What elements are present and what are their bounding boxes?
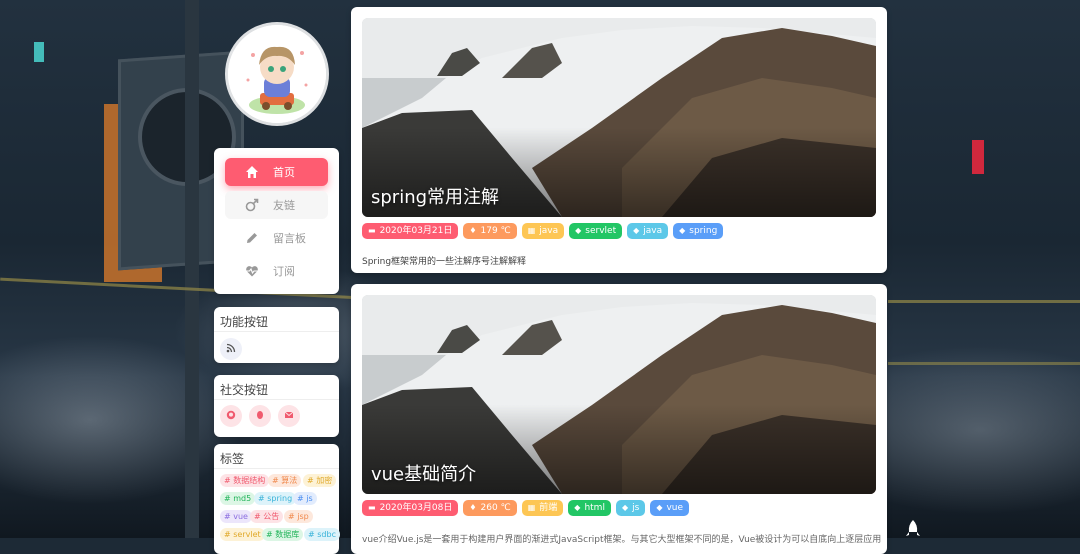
post-meta: ▬ 2020年03月08日 ♦ 260 ℃ ▦ 前端 ◆ html ◆ js ◆ vue: [362, 500, 690, 516]
tag-text: spring: [689, 226, 718, 236]
tag-item[interactable]: # 公告: [250, 510, 284, 523]
date-text: 2020年03月08日: [379, 503, 453, 513]
qq-icon: [255, 409, 265, 423]
post-cover-image[interactable]: spring常用注解: [362, 18, 876, 217]
category-badge[interactable]: ▦ java: [521, 223, 565, 239]
nav-item-subscribe[interactable]: 订阅: [225, 257, 328, 285]
date-badge: ▬ 2020年03月08日: [362, 500, 459, 516]
github-button[interactable]: [220, 405, 242, 427]
fire-icon: ♦: [469, 503, 477, 512]
post-card[interactable]: vue基础简介 ▬ 2020年03月08日 ♦ 260 ℃ ▦ 前端 ◆ html ◆ j…: [351, 284, 887, 554]
tag-badge[interactable]: ◆ js: [615, 500, 646, 516]
nav-item-guestbook[interactable]: 留言板: [225, 224, 328, 252]
views-badge: ♦ 260 ℃: [463, 500, 517, 516]
category-badge[interactable]: ▦ 前端: [521, 500, 564, 516]
category-text: java: [539, 226, 559, 236]
tag-icon: ◆: [574, 503, 581, 512]
post-meta: ▬ 2020年03月21日 ♦ 179 ℃ ▦ java ◆ servlet ◆ java…: [362, 223, 724, 239]
tag-item[interactable]: # 加密: [303, 474, 337, 487]
tag-item[interactable]: # vue: [220, 510, 252, 523]
mail-icon: [284, 409, 294, 423]
tag-item[interactable]: # servlet: [220, 528, 265, 541]
male-icon: [245, 198, 259, 212]
github-icon: [226, 409, 236, 423]
tag-badge[interactable]: ◆ servlet: [569, 223, 623, 239]
heartbeat-icon: [245, 264, 259, 278]
views-text: 179 ℃: [480, 226, 511, 236]
bg-road-line: [888, 300, 1080, 303]
panel-title: 功能按钮: [214, 307, 339, 332]
tag-item[interactable]: # 算法: [268, 474, 302, 487]
pencil-icon: [245, 231, 259, 245]
tag-item[interactable]: # sdbc: [304, 528, 340, 541]
nav-item-label: 友链: [273, 199, 295, 212]
tag-text: html: [584, 503, 605, 513]
rss-button[interactable]: [220, 338, 242, 360]
calendar-icon: ▬: [368, 503, 376, 512]
rocket-icon: [906, 520, 920, 541]
tag-icon: ◆: [633, 226, 640, 235]
avatar-illustration: [228, 25, 326, 123]
post-cover-image[interactable]: vue基础简介: [362, 295, 876, 494]
panel-title: 社交按钮: [214, 375, 339, 400]
bg-pole: [185, 0, 199, 538]
home-icon: [245, 165, 259, 179]
tag-icon: ◆: [679, 226, 686, 235]
tag-item[interactable]: # spring: [254, 492, 297, 505]
tag-badge[interactable]: ◆ spring: [673, 223, 724, 239]
tag-badge[interactable]: ◆ vue: [650, 500, 690, 516]
qq-button[interactable]: [249, 405, 271, 427]
tag-icon: ◆: [575, 226, 582, 235]
views-text: 260 ℃: [480, 503, 511, 513]
tag-text: js: [632, 503, 640, 513]
tag-icon: ◆: [621, 503, 629, 512]
avatar[interactable]: [228, 25, 326, 123]
bg-road-line: [888, 362, 1080, 365]
views-badge: ♦ 179 ℃: [463, 223, 517, 239]
nav-item-friends[interactable]: 友链: [225, 191, 328, 219]
tag-item[interactable]: # jsp: [284, 510, 313, 523]
calendar-icon: ▬: [368, 226, 376, 235]
bg-cyan-light: [34, 42, 44, 62]
tag-item[interactable]: # md5: [220, 492, 256, 505]
tag-item[interactable]: # 数据库: [262, 528, 304, 541]
tag-text: java: [643, 226, 663, 236]
tag-text: vue: [666, 503, 684, 513]
tag-icon: ◆: [656, 503, 663, 512]
rss-icon: [226, 342, 236, 356]
function-panel: 功能按钮: [214, 307, 339, 363]
tag-text: servlet: [585, 226, 617, 236]
social-panel: 社交按钮: [214, 375, 339, 437]
nav-item-label: 留言板: [273, 232, 306, 245]
tag-item[interactable]: # js: [293, 492, 317, 505]
post-excerpt: vue介绍Vue.js是一套用于构建用户界面的渐进式JavaScript框架。与…: [362, 535, 882, 545]
nav-panel: 首页 友链 留言板 订阅: [214, 148, 339, 294]
panel-title: 标签: [214, 444, 339, 469]
tag-item[interactable]: # 数据结构: [220, 474, 270, 487]
tag-badge[interactable]: ◆ html: [568, 500, 611, 516]
back-to-top-button[interactable]: [906, 520, 920, 538]
post-card[interactable]: spring常用注解 ▬ 2020年03月21日 ♦ 179 ℃ ▦ java ◆ se…: [351, 7, 887, 273]
bg-red-light: [972, 140, 984, 174]
post-title[interactable]: vue基础简介: [371, 460, 476, 486]
fire-icon: ♦: [469, 226, 477, 235]
post-title[interactable]: spring常用注解: [371, 183, 499, 209]
date-badge: ▬ 2020年03月21日: [362, 223, 459, 239]
nav-item-home[interactable]: 首页: [225, 158, 328, 186]
category-text: 前端: [539, 503, 558, 513]
mail-button[interactable]: [278, 405, 300, 427]
grid-icon: ▦: [527, 503, 536, 512]
nav-item-label: 订阅: [273, 265, 295, 278]
nav-item-label: 首页: [273, 166, 295, 179]
tag-badge[interactable]: ◆ java: [627, 223, 669, 239]
grid-icon: ▦: [527, 226, 536, 235]
date-text: 2020年03月21日: [379, 226, 453, 236]
post-excerpt: Spring框架常用的一些注解序号注解解释: [362, 257, 527, 267]
